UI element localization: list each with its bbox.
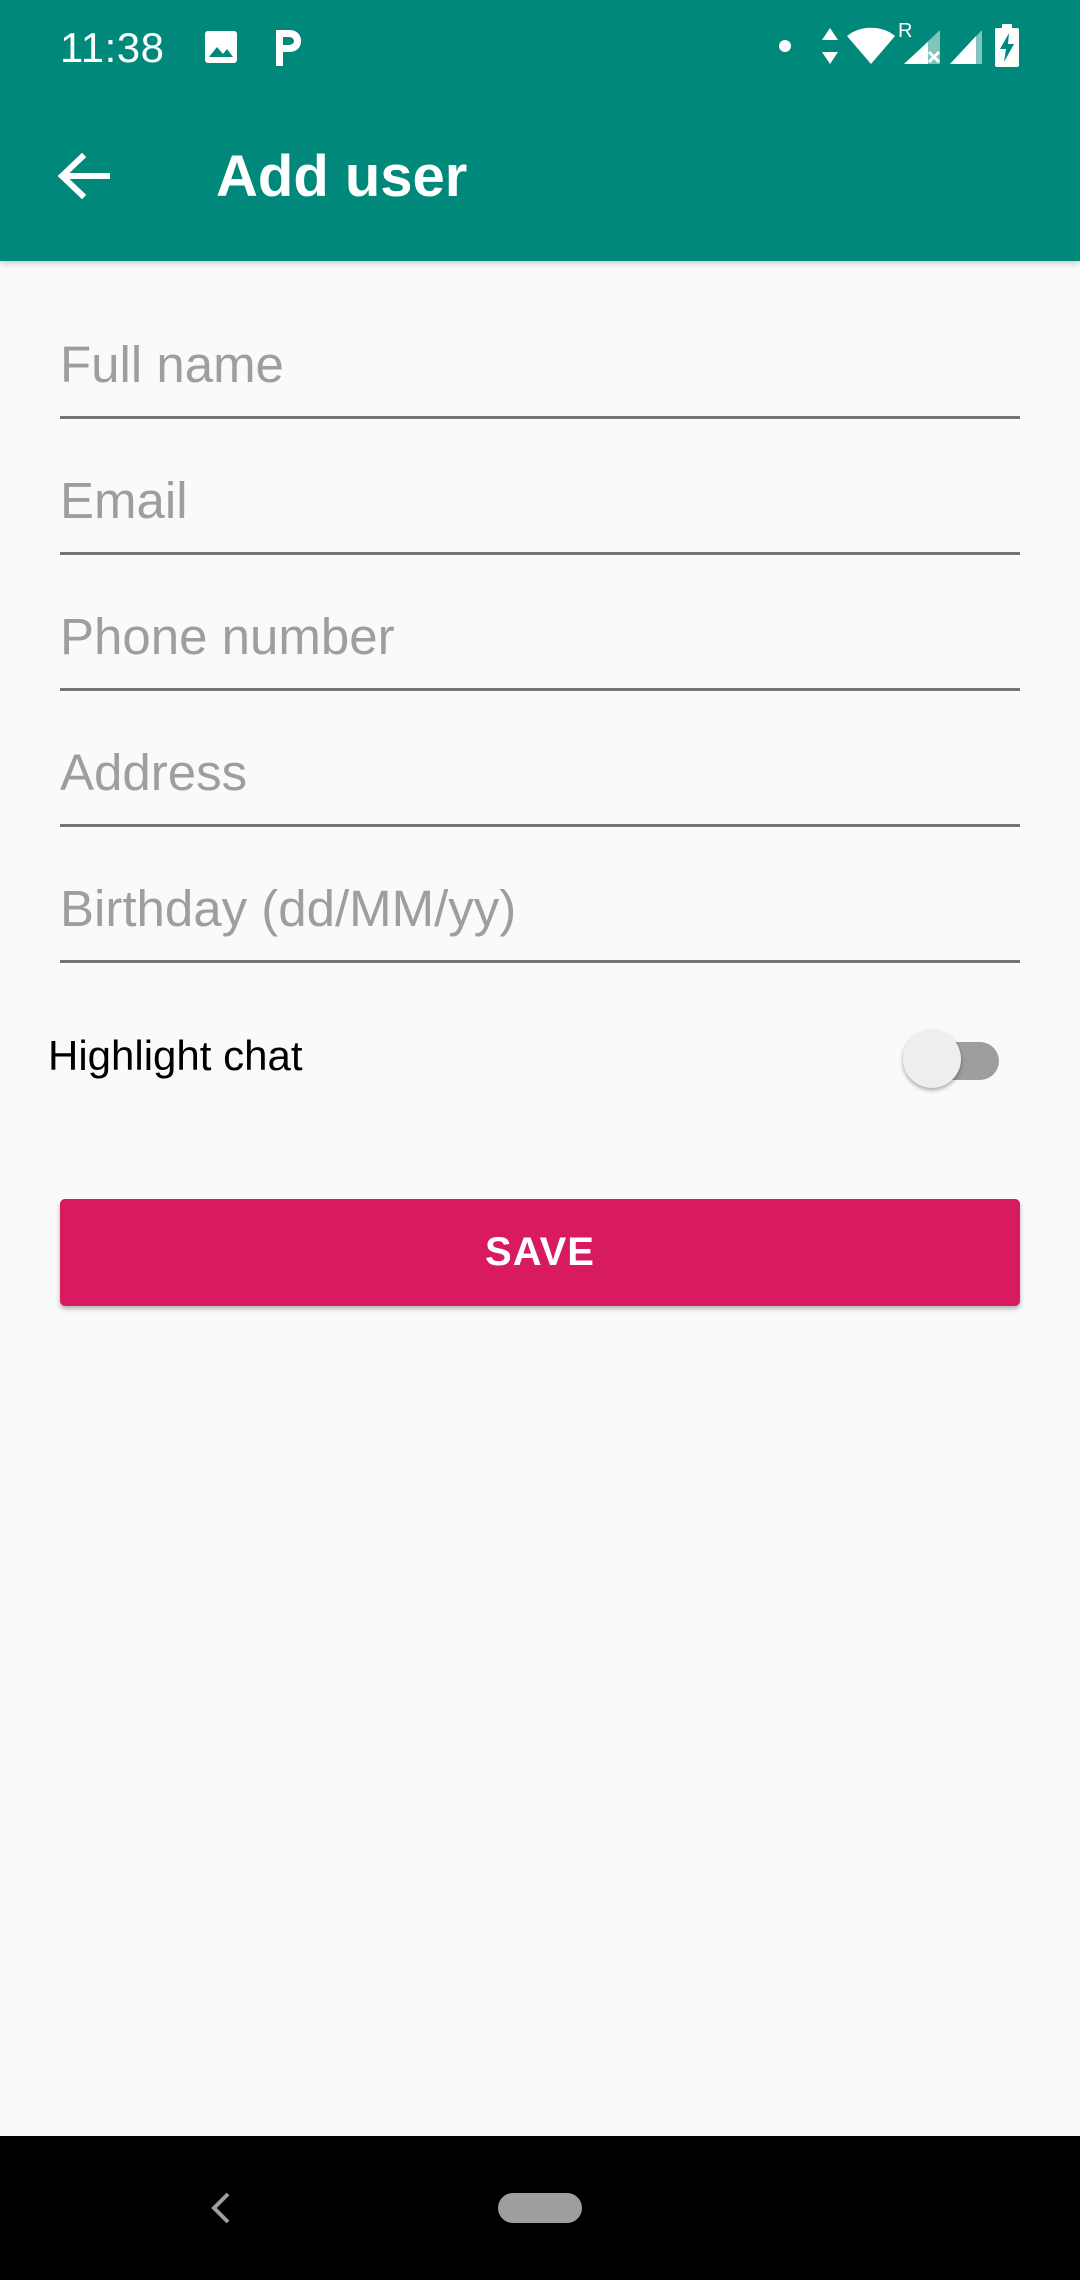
navigation-bar <box>0 2136 1080 2280</box>
image-icon <box>205 31 237 63</box>
highlight-chat-label: Highlight chat <box>48 1032 303 1079</box>
phone-number-field-container <box>60 595 1020 695</box>
toolbar: Add user <box>0 96 1080 261</box>
birthday-field-container <box>60 867 1020 967</box>
notification-dot-icon <box>779 40 791 52</box>
highlight-chat-switch[interactable] <box>903 1024 1003 1088</box>
arrow-left-icon <box>58 153 110 199</box>
parking-icon <box>276 30 301 66</box>
wifi-icon <box>847 27 895 64</box>
chevron-left-icon <box>211 2192 230 2224</box>
full-name-field-container <box>60 323 1020 423</box>
signal-icon <box>950 30 982 64</box>
phone-number-field[interactable] <box>60 595 1020 691</box>
battery-charging-icon <box>995 24 1019 67</box>
status-bar: 11:38 R <box>0 0 1080 96</box>
back-button[interactable] <box>42 134 126 218</box>
page-title: Add user <box>216 144 468 209</box>
email-field[interactable] <box>60 459 1020 555</box>
save-button[interactable]: SAVE <box>60 1199 1020 1306</box>
status-time: 11:38 <box>60 24 165 71</box>
data-arrows-icon <box>822 28 838 64</box>
address-field-container <box>60 731 1020 831</box>
full-name-field[interactable] <box>60 323 1020 419</box>
email-field-container <box>60 459 1020 559</box>
address-field[interactable] <box>60 731 1020 827</box>
signal-roaming-icon <box>904 30 941 64</box>
add-user-screen: 11:38 R Add user Full name Email Phone n… <box>0 0 1080 2280</box>
save-button-label: SAVE <box>485 1230 595 1274</box>
app-bar: 11:38 R Add user <box>0 0 1080 261</box>
home-pill-icon[interactable] <box>498 2193 582 2223</box>
switch-thumb <box>903 1030 961 1088</box>
birthday-field[interactable] <box>60 867 1020 963</box>
highlight-chat-row: Highlight chat <box>48 1016 1020 1096</box>
nav-back-button[interactable] <box>180 2168 260 2248</box>
